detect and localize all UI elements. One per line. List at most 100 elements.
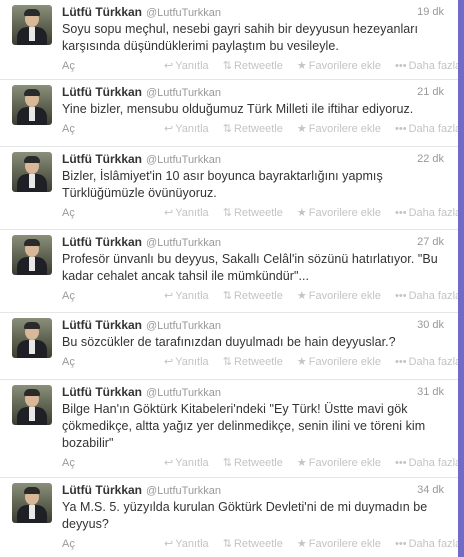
- tweet-author-name[interactable]: Lütfü Türkkan: [62, 152, 142, 166]
- more-button[interactable]: ••• Daha fazla: [395, 288, 458, 304]
- more-button[interactable]: ••• Daha fazla: [395, 121, 458, 137]
- star-icon: ★: [296, 538, 307, 550]
- retweet-button[interactable]: ⇅ Retweetle: [223, 354, 283, 370]
- avatar[interactable]: [12, 5, 52, 45]
- tweet-text: Bizler, İslâmiyet'in 10 asır boyunca bay…: [62, 169, 383, 200]
- expand-link[interactable]: Aç: [62, 288, 75, 304]
- tweet-timestamp[interactable]: 21 dk: [417, 84, 444, 100]
- tweet-text: Yine bizler, mensubu olduğumuz Türk Mill…: [62, 102, 414, 116]
- reply-icon: ↩: [164, 123, 174, 135]
- reply-button[interactable]: ↩ Yanıtla: [164, 455, 209, 471]
- tweet-author-name[interactable]: Lütfü Türkkan: [62, 483, 142, 497]
- more-icon: •••: [395, 60, 407, 72]
- tweet-author-handle[interactable]: @LutfuTurkkan: [146, 7, 221, 19]
- reply-button[interactable]: ↩ Yanıtla: [164, 288, 209, 304]
- favorite-button[interactable]: ★ Favorilere ekle: [297, 58, 381, 74]
- retweet-button[interactable]: ⇅ Retweetle: [223, 58, 283, 74]
- reply-icon: ↩: [164, 290, 174, 302]
- tweet-author-name[interactable]: Lütfü Türkkan: [62, 385, 142, 399]
- tweet-author-handle[interactable]: @LutfuTurkkan: [146, 320, 221, 332]
- tweet-author-name[interactable]: Lütfü Türkkan: [62, 85, 142, 99]
- reply-button[interactable]: ↩ Yanıtla: [164, 205, 209, 221]
- tweet[interactable]: Lütfü Türkkan @LutfuTurkkan 22 dk Bizler,…: [0, 147, 458, 230]
- tweet-timestamp[interactable]: 34 dk: [417, 482, 444, 498]
- tweet-text: Bilge Han'ın Göktürk Kitabeleri'ndeki "E…: [62, 402, 426, 450]
- star-icon: ★: [296, 60, 307, 72]
- favorite-button[interactable]: ★ Favorilere ekle: [297, 121, 381, 137]
- expand-link[interactable]: Aç: [62, 205, 75, 221]
- tweet[interactable]: Lütfü Türkkan @LutfuTurkkan 21 dk Yine bi…: [0, 80, 458, 147]
- more-button[interactable]: ••• Daha fazla: [395, 205, 458, 221]
- reply-button[interactable]: ↩ Yanıtla: [164, 58, 209, 74]
- expand-link[interactable]: Aç: [62, 58, 75, 74]
- more-icon: •••: [395, 123, 407, 135]
- accent-border: [458, 0, 464, 557]
- favorite-button[interactable]: ★ Favorilere ekle: [297, 288, 381, 304]
- favorite-button[interactable]: ★ Favorilere ekle: [297, 455, 381, 471]
- reply-button[interactable]: ↩ Yanıtla: [164, 536, 209, 552]
- tweet-timestamp[interactable]: 31 dk: [417, 384, 444, 400]
- more-button[interactable]: ••• Daha fazla: [395, 455, 458, 471]
- reply-icon: ↩: [164, 538, 174, 550]
- more-icon: •••: [395, 538, 407, 550]
- tweet-timestamp[interactable]: 19 dk: [417, 4, 444, 20]
- retweet-icon: ⇅: [222, 60, 232, 72]
- retweet-icon: ⇅: [222, 356, 232, 368]
- tweet[interactable]: Lütfü Türkkan @LutfuTurkkan 30 dk Bu sözc…: [0, 313, 458, 380]
- tweet-author-name[interactable]: Lütfü Türkkan: [62, 318, 142, 332]
- tweet-author-handle[interactable]: @LutfuTurkkan: [146, 237, 221, 249]
- tweet-author-handle[interactable]: @LutfuTurkkan: [146, 154, 221, 166]
- star-icon: ★: [296, 123, 307, 135]
- tweet[interactable]: Lütfü Türkkan @LutfuTurkkan 34 dk Ya M.S.…: [0, 478, 458, 557]
- avatar[interactable]: [12, 152, 52, 192]
- star-icon: ★: [296, 207, 307, 219]
- more-button[interactable]: ••• Daha fazla: [395, 58, 458, 74]
- reply-icon: ↩: [164, 207, 174, 219]
- expand-link[interactable]: Aç: [62, 354, 75, 370]
- more-button[interactable]: ••• Daha fazla: [395, 354, 458, 370]
- tweet-text: Profesör ünvanlı bu deyyus, Sakallı Celâ…: [62, 252, 438, 283]
- expand-link[interactable]: Aç: [62, 536, 75, 552]
- tweet-author-name[interactable]: Lütfü Türkkan: [62, 5, 142, 19]
- expand-link[interactable]: Aç: [62, 455, 75, 471]
- tweet-timestamp[interactable]: 27 dk: [417, 234, 444, 250]
- avatar[interactable]: [12, 235, 52, 275]
- tweet-author-handle[interactable]: @LutfuTurkkan: [146, 485, 221, 497]
- retweet-button[interactable]: ⇅ Retweetle: [223, 455, 283, 471]
- tweet-timeline: Lütfü Türkkan @LutfuTurkkan 19 dk Soyu so…: [0, 0, 458, 557]
- retweet-icon: ⇅: [222, 207, 232, 219]
- tweet-timestamp[interactable]: 22 dk: [417, 151, 444, 167]
- tweet-text: Ya M.S. 5. yüzyılda kurulan Göktürk Devl…: [62, 500, 428, 531]
- tweet[interactable]: Lütfü Türkkan @LutfuTurkkan 27 dk Profesö…: [0, 230, 458, 313]
- retweet-icon: ⇅: [222, 123, 232, 135]
- more-button[interactable]: ••• Daha fazla: [395, 536, 458, 552]
- reply-icon: ↩: [164, 60, 174, 72]
- retweet-button[interactable]: ⇅ Retweetle: [223, 536, 283, 552]
- retweet-button[interactable]: ⇅ Retweetle: [223, 121, 283, 137]
- expand-link[interactable]: Aç: [62, 121, 75, 137]
- reply-button[interactable]: ↩ Yanıtla: [164, 121, 209, 137]
- tweet[interactable]: Lütfü Türkkan @LutfuTurkkan 19 dk Soyu so…: [0, 0, 458, 80]
- star-icon: ★: [296, 356, 307, 368]
- avatar[interactable]: [12, 483, 52, 523]
- tweet-timestamp[interactable]: 30 dk: [417, 317, 444, 333]
- reply-icon: ↩: [164, 356, 174, 368]
- tweet-author-name[interactable]: Lütfü Türkkan: [62, 235, 142, 249]
- avatar[interactable]: [12, 385, 52, 425]
- retweet-button[interactable]: ⇅ Retweetle: [223, 205, 283, 221]
- more-icon: •••: [395, 457, 407, 469]
- favorite-button[interactable]: ★ Favorilere ekle: [297, 536, 381, 552]
- avatar[interactable]: [12, 85, 52, 125]
- retweet-button[interactable]: ⇅ Retweetle: [223, 288, 283, 304]
- tweet[interactable]: Lütfü Türkkan @LutfuTurkkan 31 dk Bilge H…: [0, 380, 458, 478]
- retweet-icon: ⇅: [222, 538, 232, 550]
- retweet-icon: ⇅: [222, 457, 232, 469]
- favorite-button[interactable]: ★ Favorilere ekle: [297, 205, 381, 221]
- tweet-author-handle[interactable]: @LutfuTurkkan: [146, 87, 221, 99]
- favorite-button[interactable]: ★ Favorilere ekle: [297, 354, 381, 370]
- tweet-author-handle[interactable]: @LutfuTurkkan: [146, 387, 221, 399]
- avatar[interactable]: [12, 318, 52, 358]
- more-icon: •••: [395, 356, 407, 368]
- reply-icon: ↩: [164, 457, 174, 469]
- reply-button[interactable]: ↩ Yanıtla: [164, 354, 209, 370]
